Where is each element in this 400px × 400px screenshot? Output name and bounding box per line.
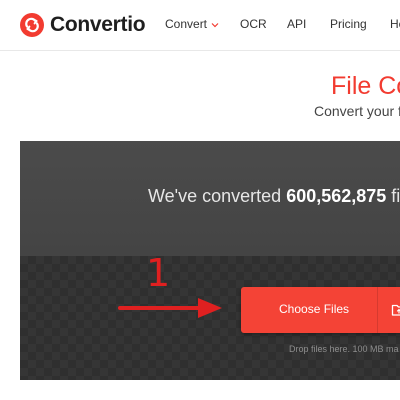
drop-hint-text: Drop files here. 100 MB ma [289,344,399,354]
folder-icon[interactable] [391,302,400,318]
nav-convert-label: Convert [165,17,208,31]
button-divider [377,287,378,333]
choose-files-button[interactable]: Choose Files [241,287,400,333]
brand-logo[interactable]: Convertio [20,12,146,38]
chevron-down-icon [211,22,219,28]
arrow-right-icon [118,298,222,318]
conversion-counter: We've converted 600,562,875 fi [148,186,400,207]
nav-ocr[interactable]: OCR [240,17,267,31]
brand-name: Convertio [50,13,146,36]
nav-pricing[interactable]: Pricing [330,17,367,31]
nav-help[interactable]: He [390,17,400,31]
nav-api[interactable]: API [287,17,306,31]
page-subtitle: Convert your file [314,103,400,119]
nav-convert[interactable]: Convert [165,17,219,31]
convertio-logo-icon [20,13,44,37]
counter-value: 600,562,875 [286,186,387,206]
step-annotation-number: 1 [146,251,171,295]
counter-suffix: fi [386,186,400,206]
page-title: File Co [331,72,400,100]
converter-panel: We've converted 600,562,875 fi Choose Fi… [20,141,400,380]
counter-prefix: We've converted [148,186,287,206]
choose-files-label: Choose Files [279,302,350,316]
top-navbar: Convertio Convert OCR API Pricing He [0,0,400,51]
